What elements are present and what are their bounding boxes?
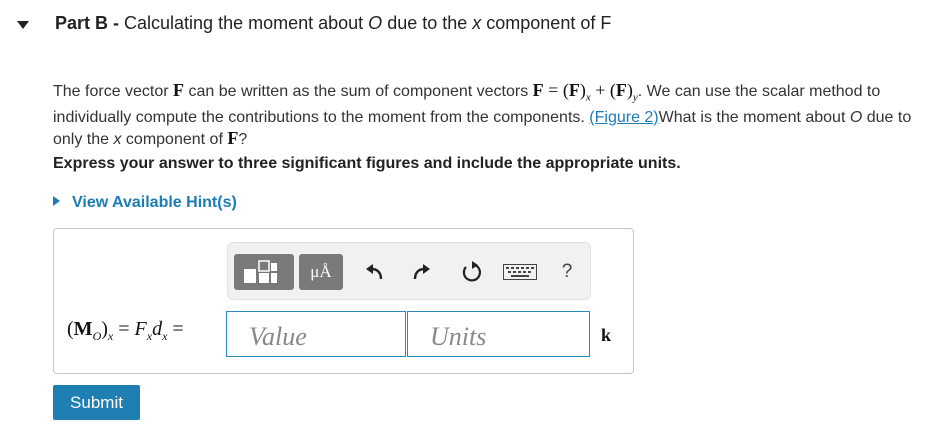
- redo-icon: [413, 264, 430, 280]
- view-hints-toggle[interactable]: View Available Hint(s): [53, 194, 237, 212]
- submit-button[interactable]: Submit: [53, 385, 140, 420]
- units-symbol: μÅ: [310, 262, 332, 281]
- templates-icon: [244, 260, 277, 283]
- answer-instruction: Express your answer to three significant…: [53, 155, 681, 172]
- part-header: Part B - Calculating the moment about O …: [0, 0, 951, 66]
- part-title: Part B - Calculating the moment about O …: [55, 13, 612, 33]
- problem-text: The force vector F can be written as the…: [53, 80, 912, 148]
- templates-button[interactable]: [234, 254, 294, 290]
- value-input[interactable]: [226, 311, 406, 357]
- expand-caret-icon: [53, 196, 60, 206]
- units-button[interactable]: μÅ: [299, 254, 343, 290]
- equation-label: (MO)x = Fxdx =: [67, 318, 184, 343]
- keyboard-icon: [503, 264, 537, 280]
- help-button[interactable]: ?: [554, 254, 580, 290]
- collapse-toggle-icon[interactable]: [17, 21, 29, 29]
- figure-2-link[interactable]: (Figure 2): [589, 109, 658, 126]
- redo-button[interactable]: [408, 254, 436, 290]
- help-label: ?: [561, 261, 573, 282]
- units-input[interactable]: [407, 311, 590, 357]
- undo-button[interactable]: [360, 254, 388, 290]
- math-toolbar: μÅ ?: [227, 242, 591, 300]
- reset-icon: [462, 261, 482, 282]
- reset-button[interactable]: [456, 254, 486, 290]
- keyboard-button[interactable]: [500, 254, 540, 290]
- unit-vector-label: k: [601, 325, 612, 345]
- undo-icon: [366, 264, 383, 280]
